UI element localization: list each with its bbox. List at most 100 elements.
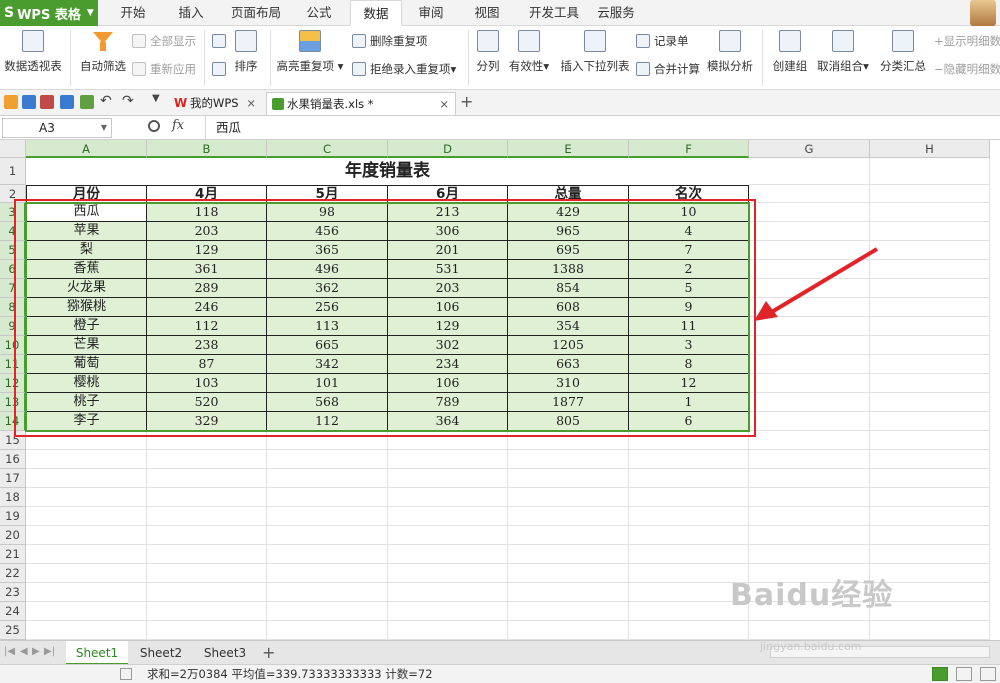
empty-cell[interactable] bbox=[267, 526, 388, 545]
empty-cell[interactable] bbox=[388, 583, 508, 602]
table-cell[interactable]: 9 bbox=[629, 298, 749, 317]
table-header-cell[interactable]: 5月 bbox=[267, 185, 388, 203]
menu-tab[interactable]: 页面布局 bbox=[220, 0, 292, 26]
table-cell[interactable]: 112 bbox=[147, 317, 267, 336]
table-cell[interactable]: 橙子 bbox=[26, 317, 147, 336]
table-cell[interactable]: 1388 bbox=[508, 260, 629, 279]
redo-icon[interactable]: ↷ bbox=[122, 93, 136, 109]
empty-cell[interactable] bbox=[147, 507, 267, 526]
column-header[interactable]: A bbox=[26, 140, 147, 158]
empty-cell[interactable] bbox=[267, 450, 388, 469]
table-cell[interactable]: 663 bbox=[508, 355, 629, 374]
add-sheet-icon[interactable]: + bbox=[262, 643, 275, 662]
empty-cell[interactable] bbox=[508, 583, 629, 602]
table-cell[interactable]: 531 bbox=[388, 260, 508, 279]
table-cell[interactable]: 葡萄 bbox=[26, 355, 147, 374]
row-header[interactable]: 12 bbox=[0, 374, 26, 393]
what-if-button[interactable]: 模拟分析 bbox=[706, 26, 754, 74]
table-cell[interactable]: 129 bbox=[388, 317, 508, 336]
empty-cell[interactable] bbox=[870, 393, 990, 412]
status-macro-icon[interactable] bbox=[120, 668, 132, 680]
table-cell[interactable]: 306 bbox=[388, 222, 508, 241]
row-header[interactable]: 8 bbox=[0, 298, 26, 317]
empty-cell[interactable] bbox=[388, 469, 508, 488]
sort-button[interactable]: 排序 bbox=[230, 26, 262, 74]
menu-tab[interactable]: 开发工具 bbox=[518, 0, 590, 26]
table-cell[interactable]: 201 bbox=[388, 241, 508, 260]
table-cell[interactable]: 665 bbox=[267, 336, 388, 355]
row-header[interactable]: 16 bbox=[0, 450, 26, 469]
table-cell[interactable]: 98 bbox=[267, 203, 388, 222]
column-header[interactable]: G bbox=[749, 140, 870, 158]
split-column-button[interactable]: 分列 bbox=[474, 26, 502, 74]
empty-cell[interactable] bbox=[749, 431, 870, 450]
empty-cell[interactable] bbox=[26, 507, 147, 526]
print-preview-icon[interactable] bbox=[80, 95, 94, 109]
reject-duplicates-button[interactable]: 拒绝录入重复项 ▾ bbox=[352, 59, 456, 79]
empty-cell[interactable] bbox=[26, 564, 147, 583]
close-icon[interactable]: × bbox=[439, 93, 449, 116]
empty-cell[interactable] bbox=[147, 526, 267, 545]
empty-cell[interactable] bbox=[147, 545, 267, 564]
empty-cell[interactable] bbox=[26, 621, 147, 640]
table-header-cell[interactable]: 4月 bbox=[147, 185, 267, 203]
empty-cell[interactable] bbox=[870, 450, 990, 469]
table-cell[interactable]: 5 bbox=[629, 279, 749, 298]
empty-cell[interactable] bbox=[870, 298, 990, 317]
empty-cell[interactable] bbox=[749, 185, 870, 203]
empty-cell[interactable] bbox=[147, 583, 267, 602]
empty-cell[interactable] bbox=[508, 469, 629, 488]
table-cell[interactable]: 246 bbox=[147, 298, 267, 317]
empty-cell[interactable] bbox=[870, 412, 990, 431]
table-cell[interactable]: 789 bbox=[388, 393, 508, 412]
table-cell[interactable]: 364 bbox=[388, 412, 508, 431]
empty-cell[interactable] bbox=[749, 526, 870, 545]
empty-cell[interactable] bbox=[629, 526, 749, 545]
empty-cell[interactable] bbox=[749, 545, 870, 564]
table-cell[interactable]: 520 bbox=[147, 393, 267, 412]
autofilter-button[interactable]: 自动筛选 bbox=[78, 26, 128, 74]
empty-cell[interactable] bbox=[26, 545, 147, 564]
empty-cell[interactable] bbox=[508, 431, 629, 450]
sheet-tab[interactable]: Sheet3 bbox=[194, 641, 256, 665]
table-cell[interactable]: 6 bbox=[629, 412, 749, 431]
empty-cell[interactable] bbox=[26, 469, 147, 488]
row-header[interactable]: 25 bbox=[0, 621, 26, 640]
record-form-button[interactable]: 记录单 bbox=[636, 31, 689, 51]
empty-cell[interactable] bbox=[388, 621, 508, 640]
open-folder-icon[interactable] bbox=[4, 95, 18, 109]
last-sheet-icon[interactable]: ▶| bbox=[44, 646, 55, 657]
empty-cell[interactable] bbox=[388, 488, 508, 507]
empty-cell[interactable] bbox=[870, 488, 990, 507]
table-header-cell[interactable]: 6月 bbox=[388, 185, 508, 203]
table-cell[interactable]: 456 bbox=[267, 222, 388, 241]
close-icon[interactable]: × bbox=[246, 92, 256, 115]
insert-function-icon[interactable]: fx bbox=[172, 118, 184, 133]
prev-sheet-icon[interactable]: ◀ bbox=[20, 646, 28, 657]
table-cell[interactable]: 猕猴桃 bbox=[26, 298, 147, 317]
table-cell[interactable]: 302 bbox=[388, 336, 508, 355]
empty-cell[interactable] bbox=[749, 374, 870, 393]
table-title[interactable]: 年度销量表 bbox=[26, 158, 749, 185]
empty-cell[interactable] bbox=[870, 279, 990, 298]
empty-cell[interactable] bbox=[870, 203, 990, 222]
table-cell[interactable]: 329 bbox=[147, 412, 267, 431]
empty-cell[interactable] bbox=[629, 621, 749, 640]
consolidate-button[interactable]: 合并计算 bbox=[636, 59, 700, 79]
table-cell[interactable]: 1877 bbox=[508, 393, 629, 412]
empty-cell[interactable] bbox=[749, 222, 870, 241]
empty-cell[interactable] bbox=[267, 507, 388, 526]
avatar[interactable] bbox=[970, 0, 996, 26]
empty-cell[interactable] bbox=[629, 431, 749, 450]
row-header[interactable]: 20 bbox=[0, 526, 26, 545]
column-header[interactable]: D bbox=[388, 140, 508, 158]
table-cell[interactable]: 113 bbox=[267, 317, 388, 336]
empty-cell[interactable] bbox=[749, 621, 870, 640]
reapply-button[interactable]: 重新应用 bbox=[132, 59, 196, 79]
table-cell[interactable]: 568 bbox=[267, 393, 388, 412]
spreadsheet-grid[interactable]: A B C D E F G H 1 2 3 4 5 6 7 8 9 10 11 12 13 14 15 16 17 18 19 20 2… bbox=[0, 140, 1000, 640]
empty-cell[interactable] bbox=[267, 583, 388, 602]
table-cell[interactable]: 965 bbox=[508, 222, 629, 241]
sheet-tab[interactable]: Sheet1 bbox=[66, 641, 128, 665]
row-header[interactable]: 7 bbox=[0, 279, 26, 298]
